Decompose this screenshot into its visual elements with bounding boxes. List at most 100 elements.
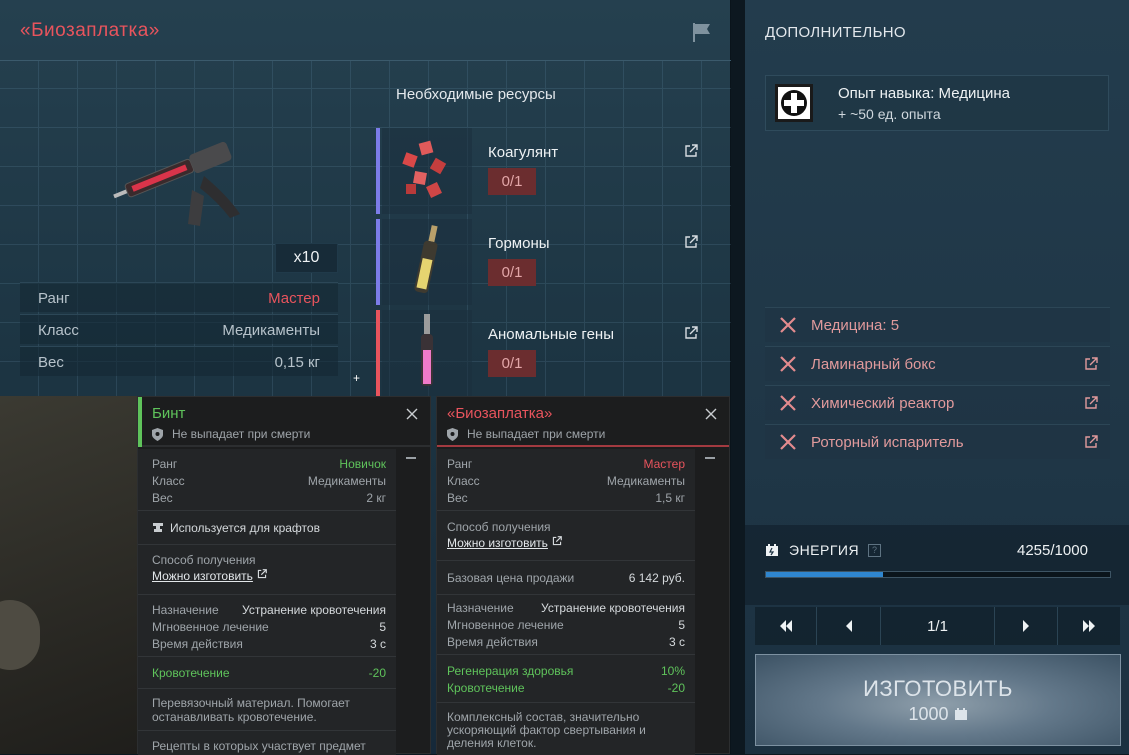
anvil-icon — [153, 523, 163, 532]
last-page-button[interactable] — [1058, 607, 1120, 645]
rarity-bar — [376, 219, 380, 305]
energy-value: 4255/1000 — [1017, 542, 1088, 559]
help-icon[interactable]: ? — [868, 544, 881, 557]
external-link-icon[interactable] — [684, 144, 698, 158]
obtain-section: Способ получения Можно изготовить — [138, 545, 396, 595]
stat-line: Класс Медикаменты — [447, 474, 685, 488]
stat-line: Вес 1,5 кг — [447, 491, 685, 505]
effect-section: Кровотечение -20 — [138, 657, 396, 689]
used-section: Используется для крафтов — [138, 511, 396, 545]
close-icon[interactable] — [705, 408, 717, 420]
price-line: Базовая цена продажи 6 142 руб. — [447, 571, 685, 585]
tooltip-biopatch: «Биозаплатка» Не выпадает при смерти Ран… — [436, 396, 730, 755]
stat-line: Назначение Устранение кровотечения — [152, 603, 386, 617]
craft-button-label: ИЗГОТОВИТЬ — [863, 676, 1013, 701]
rarity-bar — [376, 128, 380, 214]
stat-value: Медикаменты — [222, 322, 320, 339]
resource-thumb — [382, 219, 472, 305]
plus-icon[interactable]: + — [353, 371, 360, 385]
next-page-button[interactable] — [995, 607, 1058, 645]
skill-value: + ~50 ед. опыта — [838, 106, 941, 122]
tooltip-bandage: Бинт Не выпадает при смерти Ранг Новичок … — [137, 396, 431, 755]
external-link-icon[interactable] — [684, 235, 698, 249]
syringe-gun-image — [113, 141, 240, 226]
world-background — [0, 396, 137, 754]
recipes-heading: Рецепты в которых участвует предмет — [152, 739, 366, 753]
double-chevron-right-icon — [1083, 620, 1095, 632]
external-link-icon[interactable] — [1084, 435, 1098, 449]
energy-section — [745, 525, 1129, 605]
external-link-icon[interactable] — [684, 326, 698, 340]
stat-key: Вес — [38, 354, 64, 371]
chevron-left-icon — [845, 620, 852, 632]
close-icon[interactable] — [406, 408, 418, 420]
scrollbar[interactable] — [705, 457, 715, 459]
requirement-item[interactable]: Роторный испаритель — [765, 424, 1110, 459]
resource-thumb — [382, 310, 472, 396]
stat-line: Назначение Устранение кровотечения — [447, 601, 685, 615]
obtain-link[interactable]: Можно изготовить — [447, 536, 685, 550]
resource-item[interactable]: Коагулянт 0/1 — [376, 128, 712, 214]
coagulant-icon — [402, 140, 447, 198]
obtain-key: Способ получения — [152, 553, 256, 567]
quantity-input[interactable]: x10 — [275, 243, 338, 273]
requirement-label: Роторный испаритель — [811, 434, 964, 451]
used-line: Используется для крафтов — [152, 521, 386, 535]
requirement-item[interactable]: Ламинарный бокс — [765, 346, 1110, 381]
resource-name: Коагулянт — [488, 144, 559, 161]
prev-page-button[interactable] — [817, 607, 881, 645]
resource-thumb — [382, 128, 472, 214]
description-text: Перевязочный материал. Помогает останавл… — [152, 696, 350, 724]
price-section: Базовая цена продажи 6 142 руб. — [437, 561, 695, 595]
flag-icon[interactable] — [691, 22, 713, 42]
rarity-edge — [138, 397, 142, 447]
obtain-section: Способ получения Можно изготовить — [437, 511, 695, 561]
stat-line: Ранг Новичок — [152, 457, 386, 471]
skill-xp-box — [765, 75, 1109, 131]
stats-section: Ранг Мастер Класс Медикаменты Вес 1,5 кг — [437, 449, 695, 511]
tooltip-body: Ранг Новичок Класс Медикаменты Вес 2 кг Исп… — [138, 449, 396, 755]
stat-line: Мгновенное лечение 5 — [152, 620, 386, 634]
requirement-item[interactable]: Химический реактор — [765, 385, 1110, 420]
stat-line: Ранг Мастер — [447, 457, 685, 471]
stat-key: Ранг — [38, 290, 70, 307]
external-link-icon — [257, 569, 267, 579]
stat-row-class: Класс Медикаменты — [20, 314, 338, 344]
pagination: 1/1 — [755, 607, 1120, 645]
resource-name: Гормоны — [488, 235, 550, 252]
craft-cost: 1000 — [755, 704, 1121, 725]
effect-line: Кровотечение -20 — [152, 666, 386, 680]
effect-line: Кровотечение -20 — [447, 681, 685, 695]
cross-icon — [780, 317, 796, 333]
obtain-link[interactable]: Можно изготовить — [152, 569, 386, 583]
hormones-icon — [414, 225, 438, 294]
energy-label: ЭНЕРГИЯ — [789, 542, 860, 558]
external-link-icon[interactable] — [1084, 357, 1098, 371]
resource-count: 0/1 — [488, 168, 536, 195]
divider — [0, 60, 731, 61]
description-text: Комплексный состав, значительно ускоряющ… — [447, 710, 646, 750]
external-link-icon[interactable] — [1084, 396, 1098, 410]
stats-section: Ранг Новичок Класс Медикаменты Вес 2 кг — [138, 449, 396, 511]
effect-section: Регенерация здоровья 10% Кровотечение -20 — [437, 655, 695, 703]
resource-item[interactable]: Аномальные гены 0/1 — [376, 310, 712, 396]
stat-value: Мастер — [268, 290, 320, 307]
first-page-button[interactable] — [755, 607, 817, 645]
tooltip-title: «Биозаплатка» — [447, 405, 553, 422]
resource-count: 0/1 — [488, 259, 536, 286]
no-drop-label: Не выпадает при смерти — [467, 427, 606, 441]
scrollbar[interactable] — [406, 457, 416, 459]
stat-key: Класс — [38, 322, 79, 339]
external-link-icon — [552, 536, 562, 546]
description-section: Перевязочный материал. Помогает останавл… — [138, 689, 396, 731]
craft-cost-value: 1000 — [908, 704, 949, 724]
resource-item[interactable]: Гормоны 0/1 — [376, 219, 712, 305]
chevron-right-icon — [1023, 620, 1029, 632]
stat-row-weight: Вес 0,15 кг — [20, 346, 338, 376]
effect-line: Регенерация здоровья 10% — [447, 664, 685, 678]
battery-icon — [954, 708, 967, 720]
battery-icon — [766, 544, 778, 556]
stat-line: Мгновенное лечение 5 — [447, 618, 685, 632]
tooltip-body: Ранг Мастер Класс Медикаменты Вес 1,5 кг Сп… — [437, 449, 695, 755]
stat-row-rank: Ранг Мастер — [20, 282, 338, 312]
